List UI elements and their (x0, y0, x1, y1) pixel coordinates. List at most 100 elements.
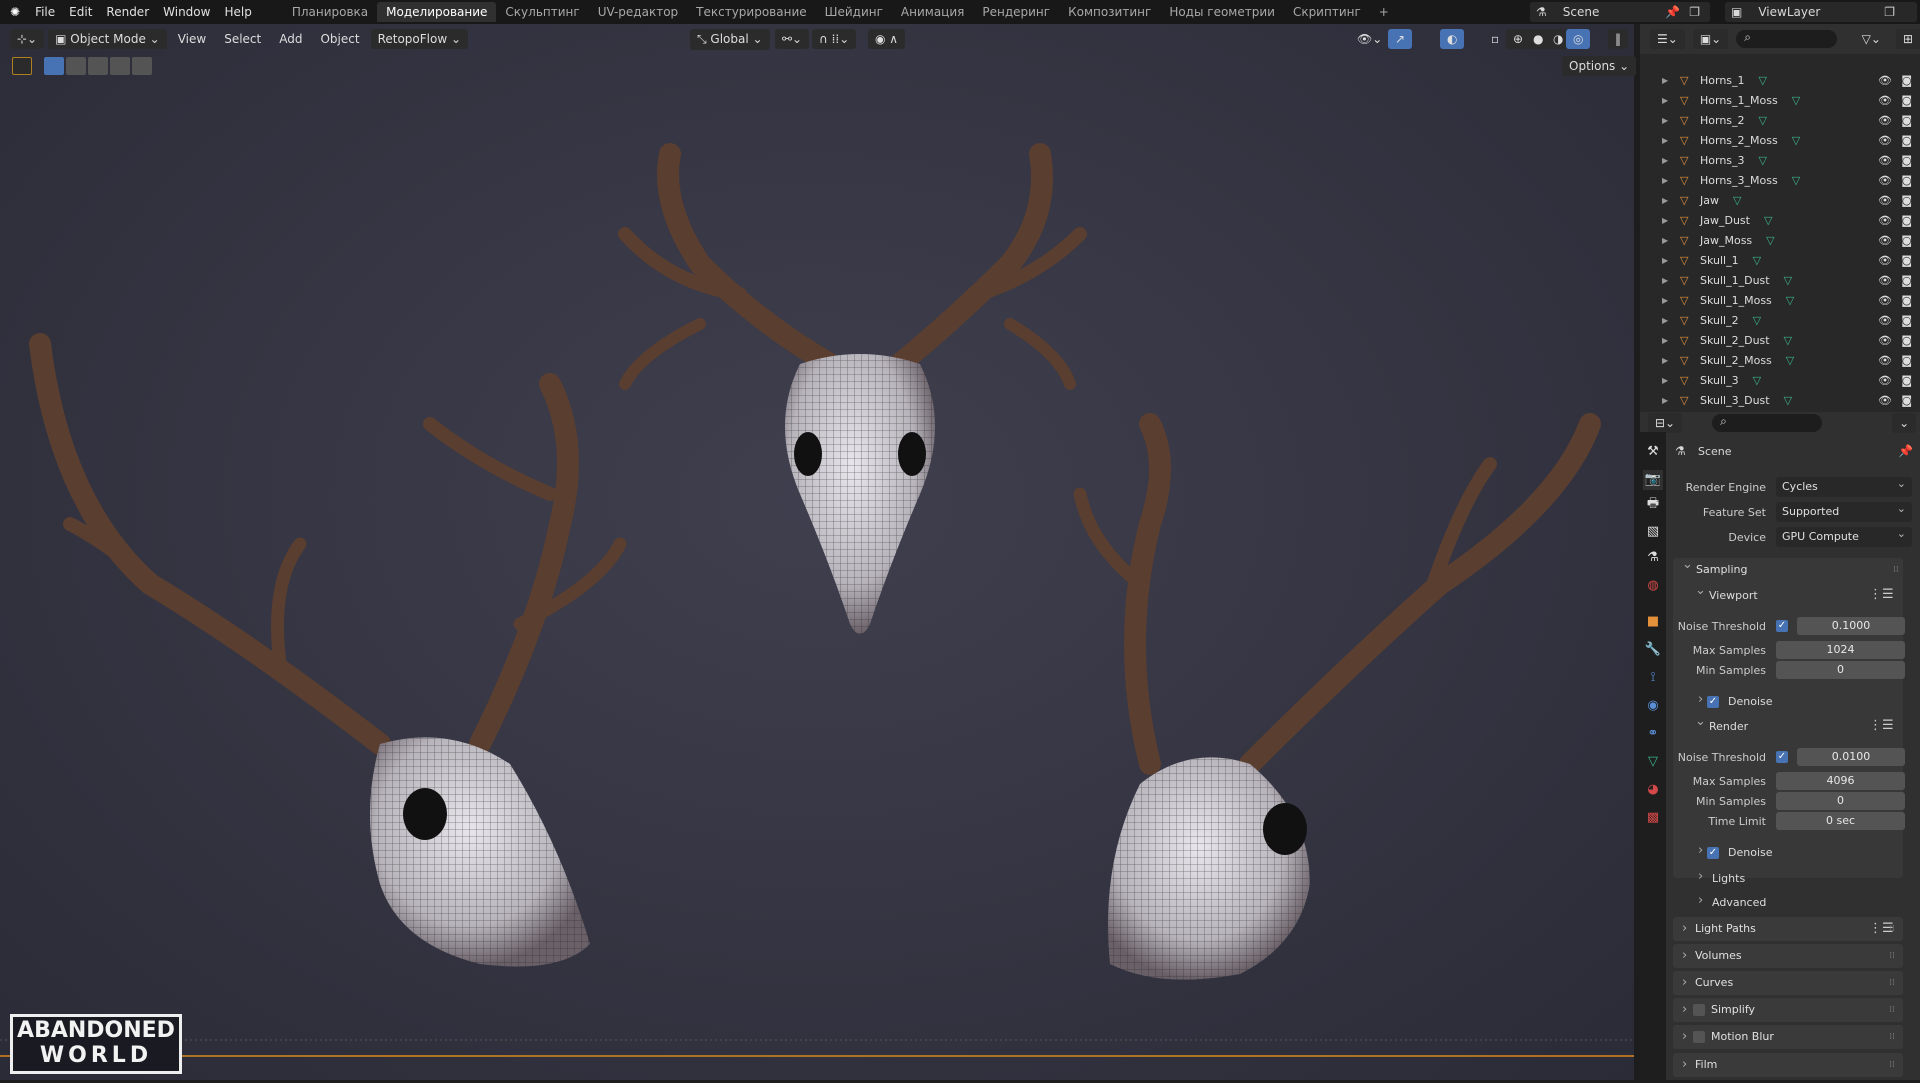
presets-icon[interactable]: ⋮☰ (1869, 587, 1894, 602)
expand-arrow-icon[interactable]: ▶ (1662, 216, 1672, 225)
camera-icon[interactable]: ◙ (1901, 234, 1912, 247)
expand-arrow-icon[interactable]: ▶ (1662, 296, 1672, 305)
outliner-item[interactable]: ▶ ▽ Skull_1_Dust ▽ 👁 ◙ (1640, 270, 1920, 290)
render-min-field[interactable]: 0 (1776, 792, 1905, 810)
menu-object[interactable]: Object (313, 29, 366, 49)
mesh-data-icon[interactable]: ▽ (1759, 114, 1767, 127)
scene-name[interactable]: Scene (1563, 5, 1600, 19)
expand-arrow-icon[interactable]: ▶ (1662, 116, 1672, 125)
camera-icon[interactable]: ◙ (1901, 294, 1912, 307)
outliner-item[interactable]: ▶ ▽ Jaw_Dust ▽ 👁 ◙ (1640, 210, 1920, 230)
eye-icon[interactable]: 👁 (1878, 214, 1892, 227)
expand-arrow-icon[interactable]: ▶ (1662, 376, 1672, 385)
expand-arrow-icon[interactable]: ▶ (1662, 336, 1672, 345)
eye-icon[interactable]: 👁 (1878, 354, 1892, 367)
filter-view-layer-icon[interactable]: ▣⌄ (1692, 29, 1729, 49)
tab-layout[interactable]: Планировка (283, 2, 377, 22)
menu-help[interactable]: Help (217, 5, 258, 19)
pin-icon[interactable]: 📌 (1665, 5, 1680, 19)
constraints-tab-icon[interactable]: ⚭ (1643, 724, 1663, 744)
expand-arrow-icon[interactable]: ▶ (1662, 156, 1672, 165)
camera-icon[interactable]: ◙ (1901, 154, 1912, 167)
camera-icon[interactable]: ◙ (1901, 114, 1912, 127)
sampling-panel-header[interactable]: Sampling (1680, 557, 1748, 576)
eye-icon[interactable]: 👁 (1878, 254, 1892, 267)
outliner-item[interactable]: ▶ ▽ Skull_1 ▽ 👁 ◙ (1640, 250, 1920, 270)
mesh-data-icon[interactable]: ▽ (1759, 154, 1767, 167)
time-limit-field[interactable]: 0 sec (1776, 812, 1905, 830)
mesh-data-icon[interactable]: ▽ (1766, 234, 1774, 247)
drag-handle-icon[interactable]: ⁞⁞ (1889, 971, 1895, 995)
camera-icon[interactable]: ◙ (1901, 134, 1912, 147)
camera-icon[interactable]: ◙ (1901, 394, 1912, 407)
mesh-data-icon[interactable]: ▽ (1792, 94, 1800, 107)
camera-icon[interactable]: ◙ (1901, 274, 1912, 287)
world-tab-icon[interactable]: ◍ (1643, 576, 1663, 596)
eye-icon[interactable]: 👁 (1878, 74, 1892, 87)
outliner-item[interactable]: ▶ ▽ Skull_3 ▽ 👁 ◙ (1640, 370, 1920, 390)
expand-arrow-icon[interactable]: ▶ (1662, 316, 1672, 325)
snap-icon[interactable]: ∩ ⁞⁞⌄ (812, 29, 857, 49)
lights-subpanel[interactable]: Lights (1696, 869, 1745, 885)
mesh-data-icon[interactable]: ▽ (1759, 74, 1767, 87)
camera-icon[interactable]: ◙ (1901, 334, 1912, 347)
expand-arrow-icon[interactable]: ▶ (1662, 196, 1672, 205)
expand-arrow-icon[interactable]: ▶ (1662, 236, 1672, 245)
film-panel[interactable]: Film ⁞⁞ (1673, 1053, 1903, 1077)
camera-icon[interactable]: ◙ (1901, 74, 1912, 87)
outliner-item[interactable]: ▶ ▽ Horns_2_Moss ▽ 👁 ◙ (1640, 130, 1920, 150)
retopoflow-menu[interactable]: RetopoFlow ⌄ (370, 29, 469, 49)
motion-blur-panel[interactable]: Motion Blur ⁞⁞ (1673, 1025, 1903, 1049)
eye-icon[interactable]: 👁 (1878, 234, 1892, 247)
expand-arrow-icon[interactable]: ▶ (1662, 136, 1672, 145)
viewport-noise-field[interactable]: 0.1000 (1797, 617, 1905, 635)
expand-arrow-icon[interactable]: ▶ (1662, 276, 1672, 285)
drag-handle-icon[interactable]: ⁞⁞ (1889, 917, 1895, 941)
view-layer-name[interactable]: ViewLayer (1758, 5, 1820, 19)
tab-sculpting[interactable]: Скульптинг (496, 2, 588, 22)
eye-icon[interactable]: 👁 (1878, 394, 1892, 407)
properties-options-icon[interactable]: ⌄ (1892, 413, 1917, 433)
render-subpanel-header[interactable]: Render (1693, 714, 1748, 733)
mesh-data-icon[interactable]: ▽ (1753, 314, 1761, 327)
xray-icon[interactable]: ▫ (1484, 29, 1506, 49)
tab-scripting[interactable]: Скриптинг (1284, 2, 1370, 22)
tab-compositing[interactable]: Композитинг (1059, 2, 1160, 22)
render-denoise-checkbox[interactable]: ✓ (1707, 847, 1719, 859)
mesh-data-icon[interactable]: ▽ (1784, 334, 1792, 347)
mesh-data-icon[interactable]: ▽ (1792, 134, 1800, 147)
mesh-data-icon[interactable]: ▽ (1784, 394, 1792, 407)
tab-shading[interactable]: Шейдинг (816, 2, 892, 22)
render-presets-icon[interactable]: ⋮☰ (1869, 718, 1894, 733)
outliner-item[interactable]: ▶ ▽ Jaw ▽ 👁 ◙ (1640, 190, 1920, 210)
outliner-item[interactable]: ▶ ▽ Horns_3 ▽ 👁 ◙ (1640, 150, 1920, 170)
tab-modeling[interactable]: Моделирование (377, 2, 497, 22)
camera-icon[interactable]: ◙ (1901, 94, 1912, 107)
feature-set-dropdown[interactable]: Supported (1776, 499, 1912, 522)
eye-icon[interactable]: 👁 (1878, 174, 1892, 187)
eye-icon[interactable]: 👁 (1878, 374, 1892, 387)
tab-geometry-nodes[interactable]: Ноды геометрии (1160, 2, 1284, 22)
camera-icon[interactable]: ◙ (1901, 174, 1912, 187)
new-collection-icon[interactable]: ⊞ (1895, 29, 1920, 49)
outliner-item[interactable]: ▶ ▽ Skull_2_Moss ▽ 👁 ◙ (1640, 350, 1920, 370)
menu-add[interactable]: Add (272, 29, 309, 49)
tool-toggle-icon[interactable] (12, 57, 32, 75)
volumes-panel[interactable]: Volumes ⁞⁞ (1673, 944, 1903, 968)
drag-handle-icon[interactable]: ⁞⁞ (1889, 944, 1895, 968)
mesh-data-icon[interactable]: ▽ (1753, 374, 1761, 387)
outliner-item[interactable]: ▶ ▽ Jaw_Moss ▽ 👁 ◙ (1640, 230, 1920, 250)
pivot-icon[interactable]: ⚯⌄ (775, 29, 810, 49)
camera-icon[interactable]: ◙ (1901, 214, 1912, 227)
camera-icon[interactable]: ◙ (1901, 314, 1912, 327)
physics-tab-icon[interactable]: ◉ (1643, 696, 1663, 716)
eye-icon[interactable]: 👁 (1878, 274, 1892, 287)
outliner-item[interactable]: ▶ ▽ Skull_3_Dust ▽ 👁 ◙ (1640, 390, 1920, 410)
camera-icon[interactable]: ◙ (1901, 374, 1912, 387)
camera-icon[interactable]: ◙ (1901, 354, 1912, 367)
viewport-max-field[interactable]: 1024 (1776, 641, 1905, 659)
outliner-item[interactable]: ▶ ▽ Horns_1 ▽ 👁 ◙ (1640, 70, 1920, 90)
new-scene-icon[interactable]: ❐ (1689, 5, 1700, 19)
select-invert-icon[interactable] (110, 57, 130, 75)
outliner-item[interactable]: ▶ ▽ Horns_1_Moss ▽ 👁 ◙ (1640, 90, 1920, 110)
